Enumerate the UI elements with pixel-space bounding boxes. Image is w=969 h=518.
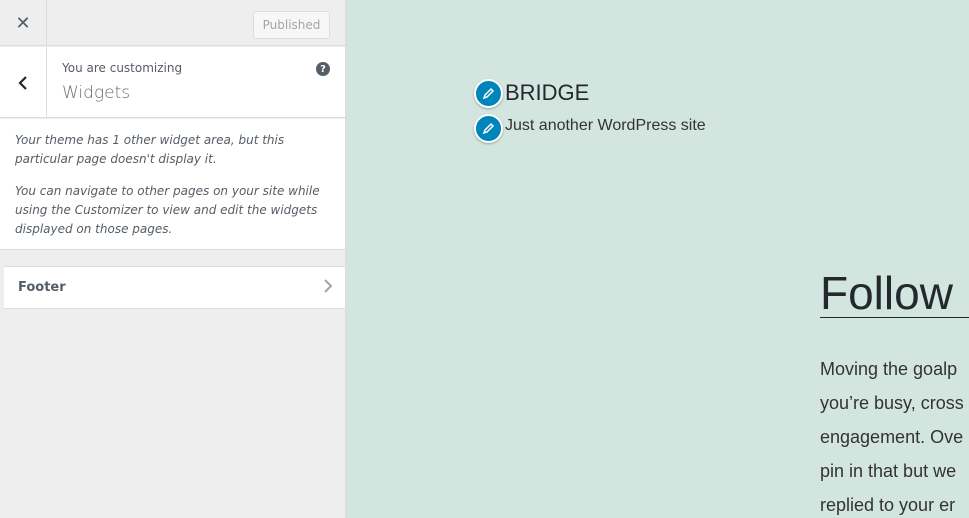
notice-text-2: You can navigate to other pages on your … [15,184,320,236]
chevron-left-icon [18,75,27,90]
customizer-header: ✕ Published [0,0,345,46]
section-title: Widgets [62,83,131,103]
widget-area-notice: Your theme has 1 other widget area, but … [0,119,345,250]
section-meta-label: You are customizing [62,61,183,75]
chevron-right-icon [323,278,333,298]
widget-title-underline [820,317,969,318]
close-customizer-button[interactable]: ✕ [0,0,47,46]
section-header: You are customizing Widgets ? [0,47,345,118]
widget-area-footer[interactable]: Footer [4,266,345,309]
customizer-sidebar: ✕ Published You are customizing Widgets … [0,0,346,518]
widget-text: Moving the goalp you’re busy, cross enga… [820,352,969,518]
widget-text-line: Moving the goalp [820,359,958,379]
site-preview: BRIDGE Just another WordPress site Follo… [346,0,969,518]
help-icon[interactable]: ? [316,62,330,76]
widget-area-label: Footer [18,280,66,295]
widget-title: Follow [820,267,953,319]
widget-text-line: pin in that but we [820,461,957,481]
site-description: Just another WordPress site [505,117,706,134]
widget-text-line: engagement. Ove [820,427,964,447]
notice-text-1: Your theme has 1 other widget area, but … [15,133,285,166]
widget-text-line: replied to your er [820,495,956,515]
site-title[interactable]: BRIDGE [505,80,589,106]
edit-site-title-icon[interactable] [474,79,503,108]
edit-site-description-icon[interactable] [474,114,503,143]
published-button[interactable]: Published [253,11,330,39]
widget-text-line: you’re busy, cross [820,393,964,413]
back-button[interactable] [0,47,47,118]
